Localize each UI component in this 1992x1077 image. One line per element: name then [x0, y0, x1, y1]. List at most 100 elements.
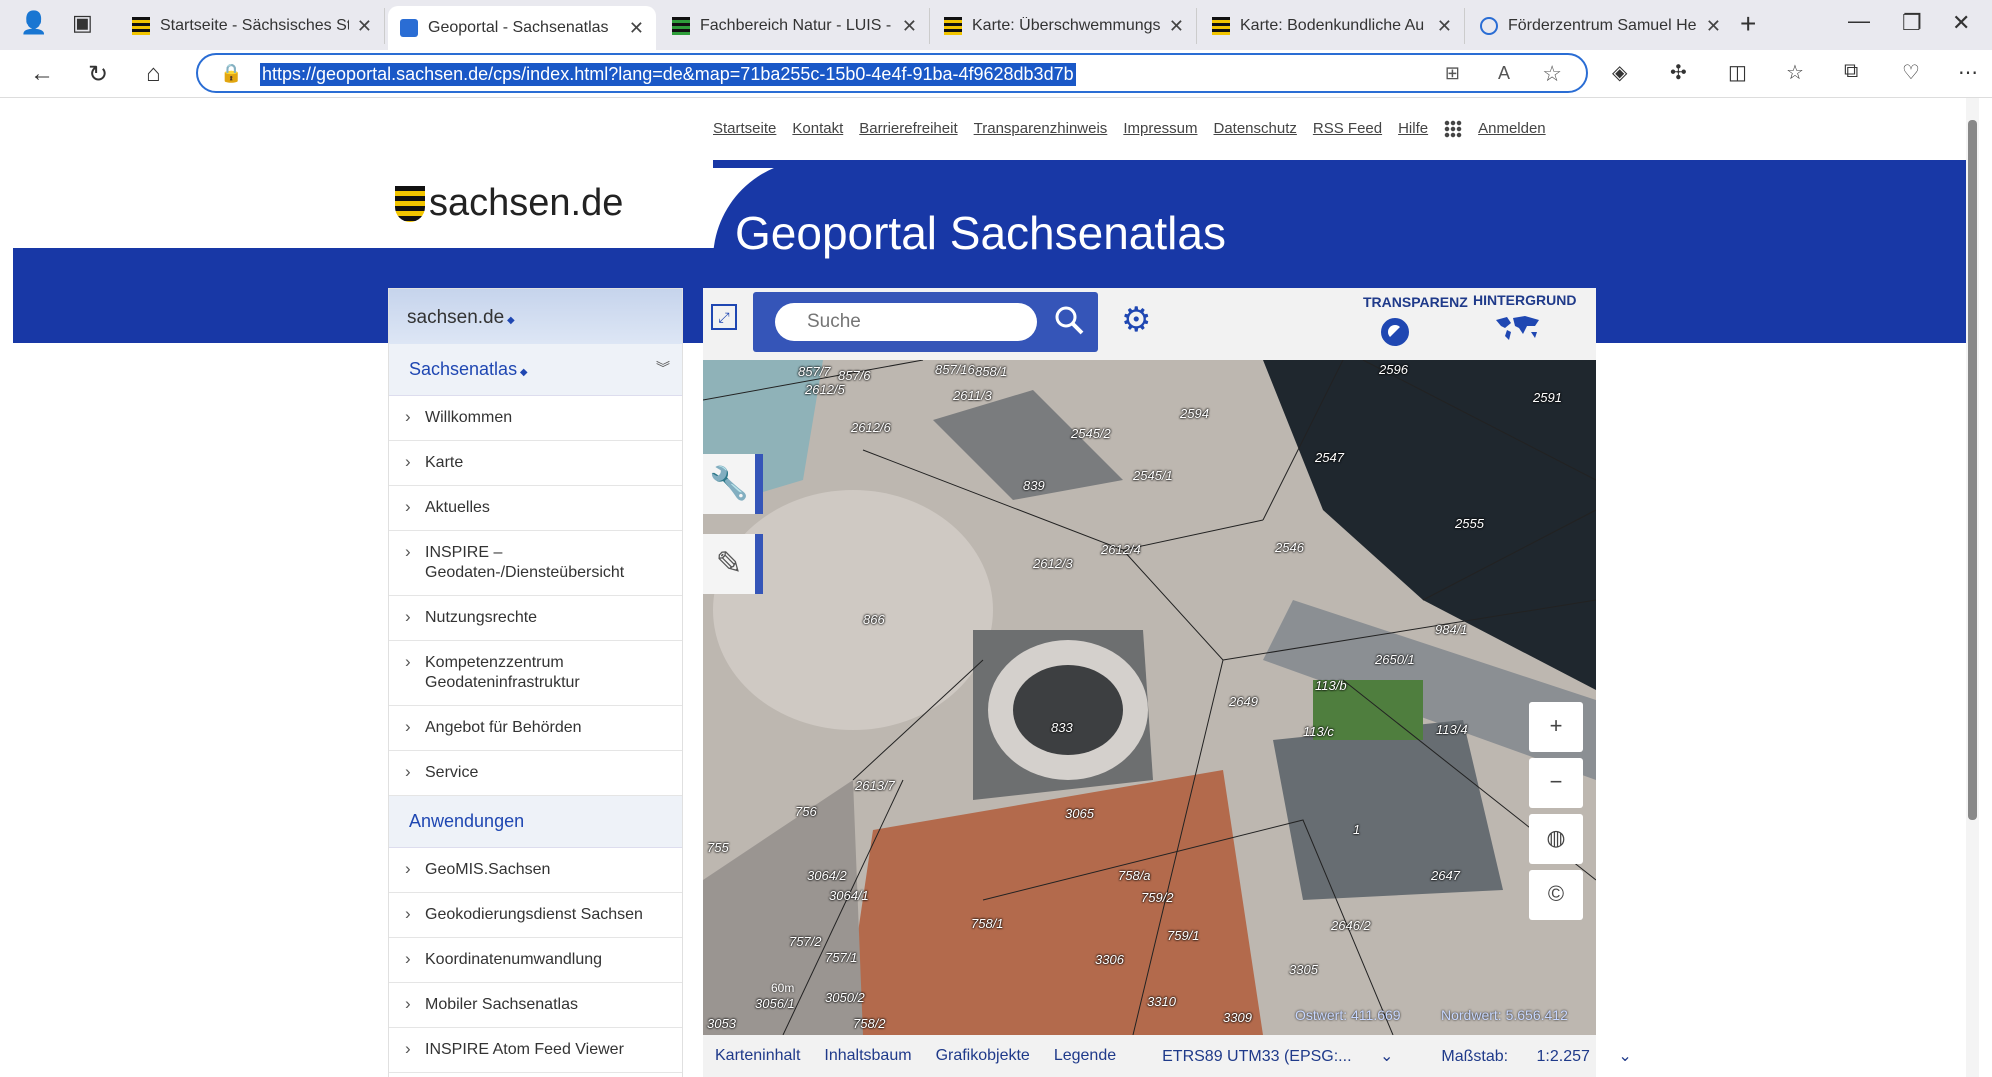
sidebar-home-link[interactable]: sachsen.de ◆ [389, 289, 682, 344]
sidebar-item-aktuelles[interactable]: Aktuelles [389, 486, 682, 531]
copyright-button[interactable]: © [1529, 870, 1583, 920]
sidebar-item-willkommen[interactable]: Willkommen [389, 396, 682, 441]
tab-label: Förderzentrum Samuel He [1508, 17, 1697, 34]
new-tab-icon[interactable]: + [1740, 8, 1756, 40]
sidebar-section-anwendungen[interactable]: Anwendungen [389, 796, 682, 848]
sidebar-item-karte[interactable]: Karte [389, 441, 682, 486]
menu-icon[interactable]: ⋯ [1958, 60, 1978, 85]
coord-ostwert: Ostwert: 411.669 [1295, 1007, 1401, 1023]
parcel-label: 113/4 [1436, 722, 1468, 737]
close-icon[interactable]: ✕ [902, 16, 917, 37]
close-icon[interactable]: ✕ [1706, 16, 1721, 37]
tab-karte-ueberschwemmung[interactable]: Karte: Überschwemmungs ✕ [932, 8, 1197, 44]
world-map-icon[interactable] [1493, 314, 1543, 349]
sidebar-item-geokodierungsdienst[interactable]: Geokodierungsdienst Sachsen [389, 893, 682, 938]
tab-fachbereich-natur[interactable]: Fachbereich Natur - LUIS - ✕ [660, 8, 930, 44]
parcel-label: 2546 [1275, 540, 1304, 555]
sachsen-logo[interactable]: sachsen.de [395, 182, 623, 225]
favorites-icon[interactable]: ☆ [1786, 60, 1804, 85]
parcel-label: 857/16 [935, 362, 975, 377]
tab-geoportal[interactable]: Geoportal - Sachsenatlas ✕ [388, 6, 656, 50]
sidebar-item-inspire-atom[interactable]: INSPIRE Atom Feed Viewer [389, 1028, 682, 1073]
search-icon[interactable] [1053, 304, 1087, 338]
parcel-label: 3053 [707, 1016, 736, 1031]
parcel-label: 2596 [1379, 362, 1408, 377]
tab-grafikobjekte[interactable]: Grafikobjekte [936, 1047, 1030, 1065]
copilot-icon[interactable]: ◈ [1612, 60, 1627, 85]
nav-impressum[interactable]: Impressum [1123, 120, 1197, 138]
app-available-icon[interactable]: ⊞ [1445, 63, 1460, 84]
nav-startseite[interactable]: Startseite [713, 120, 776, 138]
sachsen-favicon-icon [672, 17, 690, 35]
nav-anmelden[interactable]: Anmelden [1478, 120, 1546, 138]
tab-karteninhalt[interactable]: Karteninhalt [715, 1047, 800, 1065]
nav-barrierefreiheit[interactable]: Barrierefreiheit [859, 120, 957, 138]
tab-actions-icon[interactable]: ▣ [72, 10, 93, 36]
draw-tool-button[interactable]: ✎ [703, 534, 763, 594]
sidebar-section-sachsenatlas[interactable]: Sachsenatlas ◆ ︾ [389, 344, 682, 396]
locate-button[interactable]: ◍ [1529, 814, 1583, 864]
map-canvas[interactable]: 857/7 857/6 857/16 858/1 2612/5 2611/3 2… [703, 360, 1596, 1035]
background-label: HINTERGRUND [1473, 292, 1577, 308]
sidebar-item-koordinatenumwandlung[interactable]: Koordinatenumwandlung [389, 938, 682, 983]
parcel-label: 2612/3 [1033, 556, 1073, 571]
fullscreen-icon[interactable]: ⤢ [711, 304, 737, 330]
lock-icon[interactable]: 🔒 [220, 63, 242, 84]
split-screen-icon[interactable]: ◫ [1728, 60, 1747, 85]
collections-icon[interactable]: ⧉ [1844, 60, 1858, 83]
nav-datenschutz[interactable]: Datenschutz [1214, 120, 1297, 138]
tab-startseite[interactable]: Startseite - Sächsisches Sta ✕ [120, 8, 385, 44]
sidebar-item-service[interactable]: Service [389, 751, 682, 796]
minimize-icon[interactable]: — [1848, 8, 1870, 34]
reload-icon[interactable]: ↻ [88, 60, 108, 89]
sidebar-item-angebot-behoerden[interactable]: Angebot für Behörden [389, 706, 682, 751]
url-field[interactable]: 🔒 https://geoportal.sachsen.de/cps/index… [196, 53, 1588, 93]
home-icon[interactable]: ⌂ [146, 60, 161, 88]
window-close-icon[interactable]: ✕ [1952, 10, 1970, 36]
apps-grid-icon[interactable] [1444, 120, 1463, 138]
sidebar-item-nutzungsrechte[interactable]: Nutzungsrechte [389, 596, 682, 641]
scale-select[interactable]: Maßstab: 1:2.257 ⌄ [1429, 1046, 1643, 1066]
parcel-label: 866 [863, 612, 885, 627]
scrollbar-thumb[interactable] [1968, 120, 1977, 820]
sidebar-item-geomis[interactable]: GeoMIS.Sachsen [389, 848, 682, 893]
extensions-icon[interactable]: ✣ [1670, 60, 1687, 85]
tab-karte-bodenkundliche[interactable]: Karte: Bodenkundliche Au ✕ [1200, 8, 1465, 44]
sidebar-item-mobiler-sachsenatlas[interactable]: Mobiler Sachsenatlas [389, 983, 682, 1028]
close-icon[interactable]: ✕ [357, 16, 372, 37]
crs-select[interactable]: ETRS89 UTM33 (EPSG:... ⌄ [1150, 1046, 1405, 1066]
profile-icon[interactable]: 👤 [20, 10, 47, 36]
browser-essentials-icon[interactable]: ♡ [1902, 60, 1920, 85]
nav-kontakt[interactable]: Kontakt [792, 120, 843, 138]
page-scrollbar[interactable] [1966, 98, 1979, 1077]
transparency-icon[interactable] [1381, 318, 1409, 346]
tab-legende[interactable]: Legende [1054, 1047, 1116, 1065]
nav-rss-feed[interactable]: RSS Feed [1313, 120, 1382, 138]
parcel-label: 2649 [1229, 694, 1258, 709]
chevron-down-icon[interactable]: ︾ [656, 358, 670, 378]
zoom-in-button[interactable]: + [1529, 702, 1583, 752]
back-icon[interactable]: ← [30, 60, 54, 88]
tab-inhaltsbaum[interactable]: Inhaltsbaum [824, 1047, 911, 1065]
parcel-label: 758/a [1118, 868, 1151, 883]
url-text[interactable]: https://geoportal.sachsen.de/cps/index.h… [260, 63, 1076, 86]
zoom-out-button[interactable]: − [1529, 758, 1583, 808]
restore-icon[interactable]: ❐ [1902, 10, 1922, 36]
tab-foerderzentrum[interactable]: Förderzentrum Samuel He ✕ [1468, 8, 1733, 44]
scale-value: 1:2.257 [1536, 1048, 1590, 1065]
close-icon[interactable]: ✕ [1437, 16, 1452, 37]
gear-icon[interactable]: ⚙ [1121, 300, 1151, 340]
sidebar-item-kompetenzzentrum[interactable]: Kompetenzzentrum Geodateninfrastruktur [389, 641, 682, 706]
favorite-star-icon[interactable]: ☆ [1542, 61, 1562, 87]
nav-transparenzhinweis[interactable]: Transparenzhinweis [974, 120, 1108, 138]
search-input[interactable] [775, 303, 1037, 341]
close-icon[interactable]: ✕ [1169, 16, 1184, 37]
geoportal-favicon-icon [400, 19, 418, 37]
sidebar-item-inspire[interactable]: INSPIRE – Geodaten-/Diensteübersicht [389, 531, 682, 596]
close-icon[interactable]: ✕ [629, 18, 644, 39]
wrench-tool-button[interactable]: 🔧 [703, 454, 763, 514]
page-title: Geoportal Sachsenatlas [735, 207, 1226, 259]
read-aloud-icon[interactable]: A [1498, 63, 1510, 84]
parcel-label: 755 [707, 840, 729, 855]
nav-hilfe[interactable]: Hilfe [1398, 120, 1428, 138]
